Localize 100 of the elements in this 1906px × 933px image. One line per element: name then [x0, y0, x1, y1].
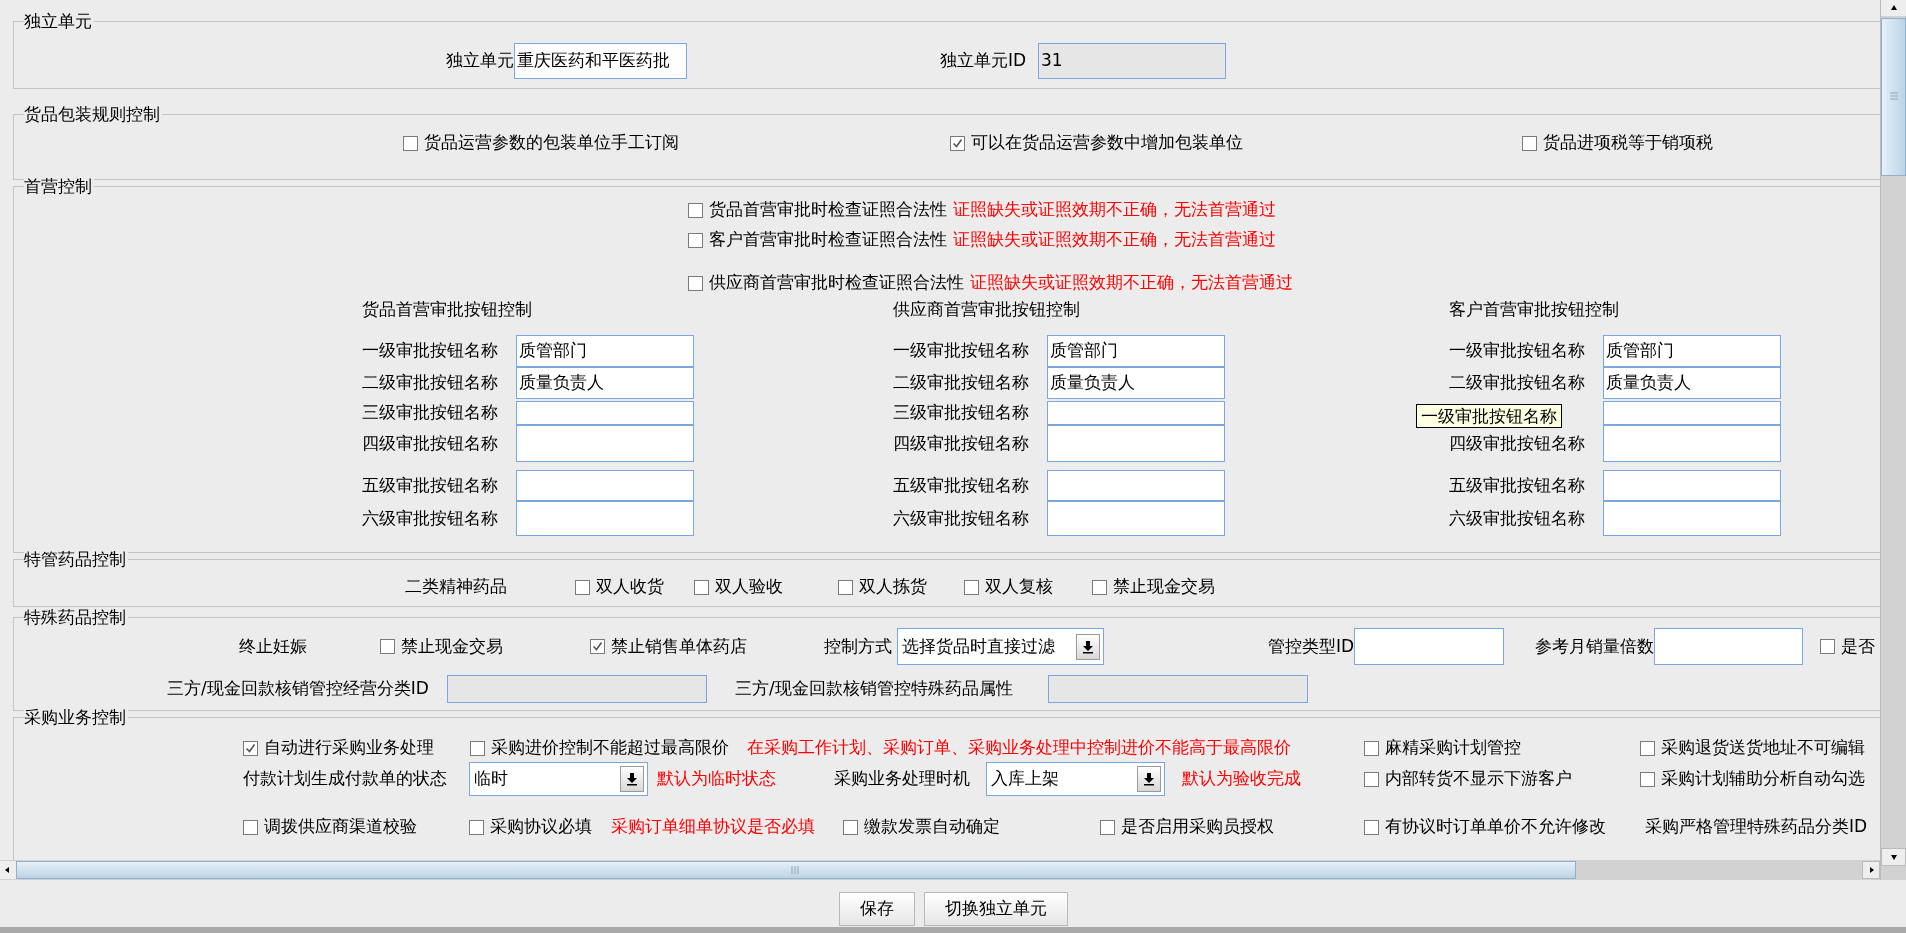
input-field[interactable]	[1654, 628, 1803, 665]
checkbox-label: 麻精采购计划管控	[1385, 736, 1521, 760]
input-field[interactable]: 质量负责人	[1603, 367, 1781, 399]
checkbox-label: 双人拣货	[859, 575, 927, 599]
checkbox[interactable]	[688, 275, 703, 291]
group-heading: 客户首营审批按钮控制	[1449, 299, 1620, 319]
checkbox[interactable]	[1640, 771, 1655, 787]
horizontal-scrollbar[interactable]	[0, 860, 1880, 880]
checkbox[interactable]	[1640, 740, 1655, 756]
input-field[interactable]	[516, 470, 694, 501]
checkbox-label: 采购协议必填	[490, 815, 592, 839]
checkbox-label: 双人收货	[596, 575, 664, 599]
input-field[interactable]	[516, 501, 694, 536]
scroll-up-icon[interactable]	[1881, 0, 1906, 16]
checkbox[interactable]	[950, 135, 965, 151]
input-field[interactable]: 质管部门	[1603, 335, 1781, 367]
field-label: 三方/现金回款核销管控特殊药品属性	[735, 677, 1014, 701]
checkbox[interactable]	[380, 639, 395, 654]
checkbox-label: 供应商首营审批时检查证照合法性	[709, 271, 964, 295]
input-field[interactable]	[1603, 401, 1781, 425]
field-label: 三级审批按钮名称	[362, 401, 499, 425]
action-button[interactable]: 切换独立单元	[923, 891, 1068, 926]
section-title: 采购业务控制	[24, 707, 128, 727]
section-title: 特管药品控制	[24, 549, 128, 569]
checkbox[interactable]	[1522, 135, 1537, 151]
checkbox[interactable]	[243, 740, 258, 756]
checkbox[interactable]	[1100, 819, 1115, 835]
field-label: 二类精神药品	[405, 577, 508, 597]
hint-text: 在采购工作计划、采购订单、采购业务处理中控制进价不能高于最高限价	[747, 738, 1292, 758]
checkbox[interactable]	[843, 819, 858, 835]
group-heading: 供应商首营审批按钮控制	[893, 299, 1081, 319]
input-field[interactable]	[1047, 501, 1225, 536]
dropdown[interactable]: 选择货品时直接过滤	[897, 628, 1104, 665]
checkbox-label: 有协议时订单单价不允许修改	[1385, 815, 1606, 839]
checkbox-label: 货品进项税等于销项税	[1543, 131, 1713, 155]
checkbox-label: 禁止销售单体药店	[611, 634, 747, 658]
scroll-right-icon[interactable]	[1862, 861, 1880, 879]
hint-text: 默认为验收完成	[1182, 767, 1302, 791]
checkbox-label: 禁止现金交易	[401, 634, 503, 658]
checkbox[interactable]	[688, 202, 703, 218]
action-button[interactable]: 保存	[838, 891, 915, 926]
field-label: 五级审批按钮名称	[893, 473, 1030, 497]
field-label: 二级审批按钮名称	[893, 371, 1030, 395]
vertical-scrollbar[interactable]	[1880, 0, 1906, 880]
checkbox-label: 内部转货不显示下游客户	[1385, 767, 1572, 791]
section-title: 货品包装规则控制	[24, 104, 162, 124]
checkbox[interactable]	[1364, 819, 1379, 835]
checkbox[interactable]	[575, 579, 590, 595]
input-field[interactable]: 质量负责人	[1047, 367, 1225, 399]
field-label: 独立单元	[445, 49, 514, 73]
input-field[interactable]	[1047, 470, 1225, 501]
arrow-down-icon[interactable]	[1076, 633, 1100, 660]
input-field[interactable]	[1047, 401, 1225, 425]
input-field[interactable]	[516, 425, 694, 462]
field-label: 独立单元ID	[940, 49, 1028, 73]
checkbox[interactable]	[1092, 579, 1107, 595]
checkbox-label: 自动进行采购业务处理	[264, 736, 434, 760]
arrow-down-icon[interactable]	[620, 766, 644, 792]
checkbox[interactable]	[838, 579, 853, 595]
scrollbar-thumb[interactable]	[1881, 18, 1906, 176]
field-label: 六级审批按钮名称	[893, 506, 1030, 530]
input-field[interactable]	[1603, 470, 1781, 501]
checkbox[interactable]	[964, 579, 979, 595]
checkbox[interactable]	[1364, 740, 1379, 756]
input-field[interactable]	[1603, 425, 1781, 462]
checkbox[interactable]	[694, 579, 709, 595]
dropdown[interactable]: 入库上架	[986, 762, 1165, 796]
input-field[interactable]: 质管部门	[1047, 335, 1225, 367]
checkbox-label: 是否启用采购员授权	[1121, 815, 1274, 839]
checkbox[interactable]	[1364, 771, 1379, 787]
field-label: 控制方式	[824, 634, 893, 658]
field-label: 五级审批按钮名称	[362, 473, 499, 497]
field-label: 一级审批按钮名称	[1449, 339, 1586, 363]
checkbox[interactable]	[403, 135, 418, 151]
section-title: 特殊药品控制	[24, 607, 128, 627]
input-field[interactable]: 质量负责人	[516, 367, 694, 399]
arrow-down-icon[interactable]	[1137, 766, 1161, 792]
scrollbar-thumb[interactable]	[16, 861, 1576, 879]
checkbox[interactable]	[590, 639, 605, 654]
field-label: 六级审批按钮名称	[1449, 506, 1586, 530]
input-field[interactable]	[516, 401, 694, 425]
field-label: 一级审批按钮名称	[893, 339, 1030, 363]
checkbox[interactable]	[243, 819, 258, 835]
input-field[interactable]	[1603, 501, 1781, 536]
scroll-left-icon[interactable]	[0, 861, 16, 879]
checkbox[interactable]	[470, 740, 485, 756]
dropdown[interactable]: 临时	[469, 762, 648, 796]
field-label: 终止妊娠	[239, 634, 308, 658]
input-field[interactable]	[1354, 628, 1504, 665]
field-label: 采购业务处理时机	[834, 767, 971, 791]
checkbox[interactable]	[688, 232, 703, 248]
checkbox[interactable]	[469, 819, 484, 835]
tooltip: 一级审批按钮名称	[1416, 404, 1562, 428]
input-field[interactable]	[1047, 425, 1225, 462]
input-field[interactable]: 质管部门	[516, 335, 694, 367]
group-heading: 货品首营审批按钮控制	[362, 299, 533, 319]
scroll-down-icon[interactable]	[1881, 848, 1906, 866]
field-label: 管控类型ID	[1266, 634, 1354, 658]
checkbox[interactable]	[1820, 639, 1835, 654]
input-field[interactable]: 重庆医药和平医药批	[514, 43, 687, 79]
